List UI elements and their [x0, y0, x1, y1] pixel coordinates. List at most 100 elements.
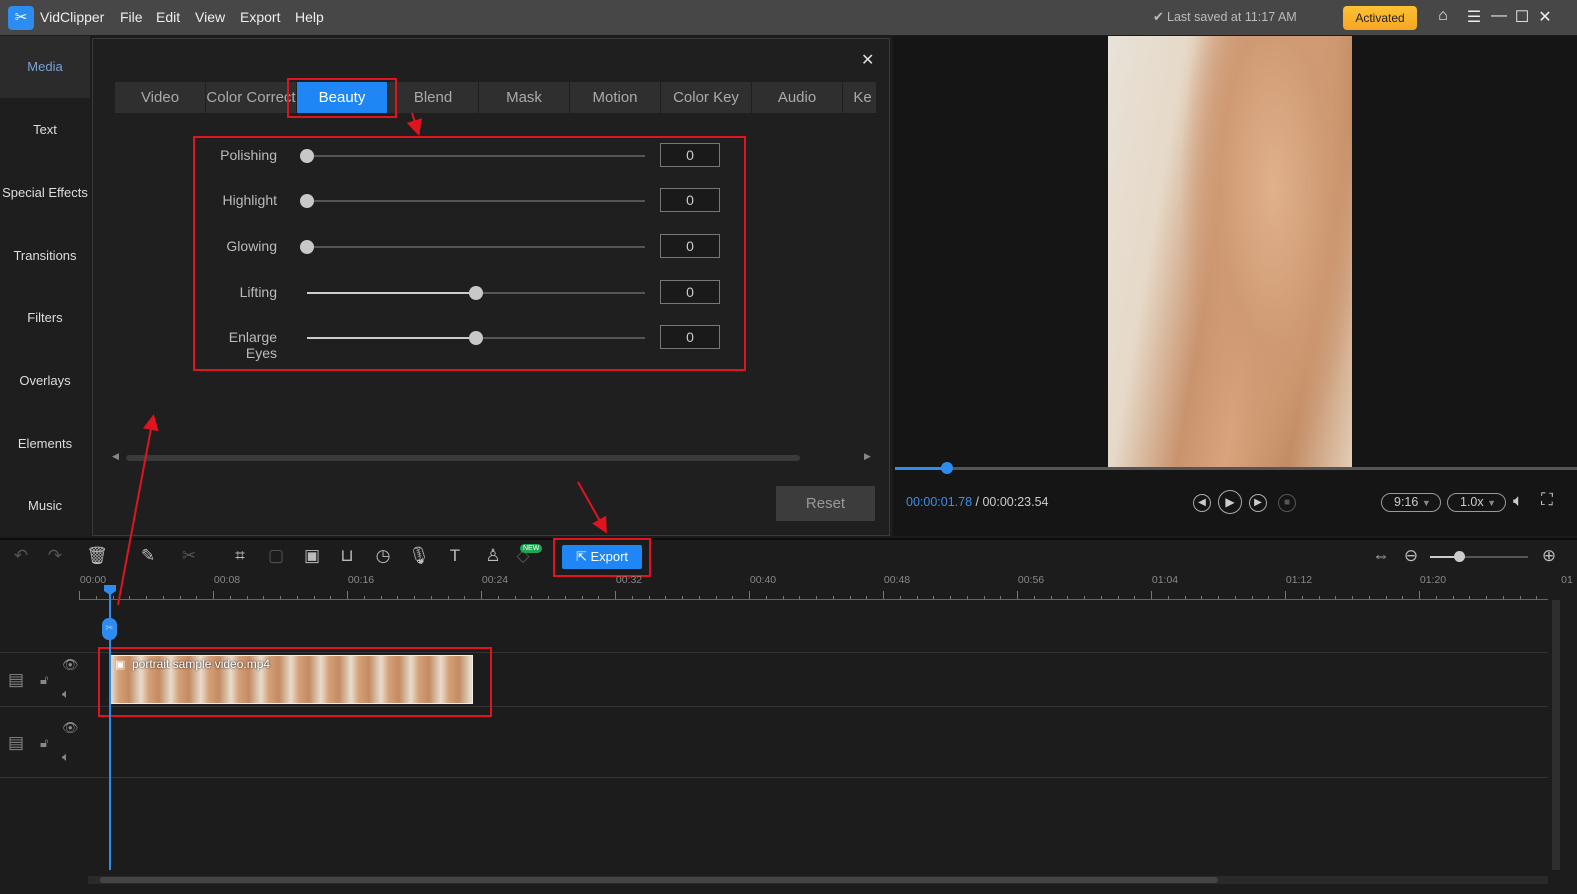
mosaic-icon[interactable]: ▣: [301, 546, 323, 566]
tab-color-key[interactable]: Color Key: [661, 82, 752, 113]
aspect-ratio-select[interactable]: 9:16 ▼: [1381, 493, 1441, 512]
app-logo-icon: ✂: [8, 6, 34, 30]
ruler-label: 00:56: [1017, 574, 1045, 586]
edit-icon[interactable]: ✎: [137, 546, 159, 566]
annotation-box-beauty: [287, 78, 397, 118]
last-saved-status: Last saved at 11:17 AM: [1167, 10, 1297, 24]
slider-knob[interactable]: [469, 286, 483, 300]
tab-audio[interactable]: Audio: [752, 82, 843, 113]
sidebar-item-transitions[interactable]: Transitions: [0, 248, 90, 263]
timeline-vertical-scrollbar[interactable]: [1552, 600, 1560, 870]
minimize-icon[interactable]: —: [1489, 7, 1509, 25]
slider-label: Highlight: [222, 192, 277, 208]
tab-motion[interactable]: Motion: [570, 82, 661, 113]
close-panel-icon[interactable]: ✕: [861, 50, 874, 70]
sidebar-item-elements[interactable]: Elements: [0, 436, 90, 451]
beauty-slider[interactable]: [300, 194, 645, 208]
ruler-label: 00:40: [749, 574, 777, 586]
lock-icon[interactable]: 🔓︎: [40, 672, 48, 688]
annotation-box-clip: [98, 647, 492, 717]
split-icon[interactable]: ✂: [178, 546, 200, 566]
close-window-icon[interactable]: ✕: [1535, 7, 1555, 27]
ruler-label: 00:24: [481, 574, 509, 586]
zoom-out-icon[interactable]: ⊖: [1400, 546, 1422, 566]
beauty-slider[interactable]: [300, 149, 645, 163]
undo-icon[interactable]: ↶: [10, 546, 32, 566]
speech-to-text-icon[interactable]: ♙: [482, 546, 504, 566]
delete-icon[interactable]: 🗑︎: [86, 546, 108, 566]
speed-icon[interactable]: ◷: [372, 546, 394, 566]
timeline-horizontal-scrollbar[interactable]: [88, 876, 1548, 884]
split-marker-icon[interactable]: ✂: [102, 618, 117, 640]
slider-value-input[interactable]: 0: [660, 280, 720, 304]
menu-view[interactable]: View: [195, 9, 225, 25]
sidebar-item-music[interactable]: Music: [0, 498, 90, 513]
timeline-zoom-slider[interactable]: [1430, 551, 1528, 562]
slider-knob[interactable]: [300, 149, 314, 163]
timeline-ruler[interactable]: 00:00 00:08 00:16 00:24 00:32 00:40 00:48 00:56…: [79, 572, 1573, 600]
sidebar-item-filters[interactable]: Filters: [0, 310, 90, 325]
menu-export[interactable]: Export: [240, 9, 280, 25]
slider-value-input[interactable]: 0: [660, 325, 720, 349]
tab-color-correct[interactable]: Color Correct: [206, 82, 297, 113]
playback-progress-bar[interactable]: [895, 462, 1577, 474]
tab-blend[interactable]: Blend: [388, 82, 479, 113]
menu-help[interactable]: Help: [295, 9, 324, 25]
stop-icon[interactable]: ■: [1278, 494, 1296, 512]
slider-knob[interactable]: [300, 194, 314, 208]
slider-value-input[interactable]: 0: [660, 188, 720, 212]
slider-knob[interactable]: [300, 240, 314, 254]
eye-icon[interactable]: 👁︎: [62, 720, 79, 736]
sidebar-item-media[interactable]: Media: [0, 36, 90, 98]
volume-icon[interactable]: 🔈︎: [1513, 491, 1523, 511]
reset-button[interactable]: Reset: [776, 486, 875, 521]
title-bar: [0, 0, 1577, 35]
freeze-icon[interactable]: ▢: [265, 546, 287, 566]
slider-knob[interactable]: [469, 331, 483, 345]
play-icon[interactable]: ▶: [1218, 490, 1242, 514]
fullscreen-icon[interactable]: ⛶: [1541, 490, 1553, 510]
redo-icon[interactable]: ↷: [44, 546, 66, 566]
home-icon[interactable]: ⌂: [1433, 7, 1453, 25]
track-divider: [0, 777, 1548, 778]
audio-icon[interactable]: 🔈︎: [62, 686, 70, 702]
crop-icon[interactable]: ⌗: [229, 546, 251, 566]
activated-button[interactable]: Activated: [1343, 6, 1417, 30]
tab-keyframe[interactable]: Ke: [843, 82, 876, 113]
current-time: 00:00:01.78: [906, 495, 973, 509]
ruler-label: 01:20: [1419, 574, 1447, 586]
beauty-slider[interactable]: [307, 331, 645, 345]
ruler-label: 00:48: [883, 574, 911, 586]
panel-horizontal-scrollbar[interactable]: ◀ ▶: [112, 451, 874, 463]
speed-value: 1.0x: [1460, 495, 1484, 509]
speed-select[interactable]: 1.0x ▼: [1447, 493, 1506, 512]
next-frame-icon[interactable]: ▶: [1249, 494, 1267, 512]
chevron-down-icon: ▼: [1487, 498, 1497, 508]
maximize-icon[interactable]: ☐: [1512, 7, 1532, 27]
sidebar-item-overlays[interactable]: Overlays: [0, 373, 90, 388]
tab-video[interactable]: Video: [115, 82, 206, 113]
menu-edit[interactable]: Edit: [156, 9, 180, 25]
audio-icon[interactable]: 🔈︎: [62, 749, 70, 765]
slider-label: Enlarge Eyes: [228, 329, 277, 361]
aspect-ratio-value: 9:16: [1394, 495, 1419, 509]
sidebar-item-text[interactable]: Text: [0, 122, 90, 137]
sidebar-item-special-effects[interactable]: Special Effects: [0, 185, 90, 200]
fit-timeline-icon[interactable]: ⇔: [1370, 546, 1392, 566]
beauty-slider[interactable]: [307, 286, 645, 300]
zoom-in-icon[interactable]: ⊕: [1538, 546, 1560, 566]
tab-mask[interactable]: Mask: [479, 82, 570, 113]
menu-icon[interactable]: ☰: [1464, 7, 1484, 27]
slider-value-input[interactable]: 0: [660, 143, 720, 167]
eye-icon[interactable]: 👁︎: [62, 657, 79, 673]
menu-file[interactable]: File: [120, 9, 143, 25]
slider-value-input[interactable]: 0: [660, 234, 720, 258]
beauty-slider[interactable]: [300, 240, 645, 254]
sidebar: [0, 36, 90, 536]
duration-icon[interactable]: ⊔: [336, 546, 358, 566]
text-to-speech-icon[interactable]: T: [444, 546, 466, 566]
lock-icon[interactable]: 🔓︎: [40, 735, 48, 751]
record-voice-icon[interactable]: 🎙︎: [408, 546, 430, 566]
timecode: 00:00:01.78 / 00:00:23.54: [906, 495, 1049, 509]
prev-frame-icon[interactable]: ◀: [1193, 494, 1211, 512]
